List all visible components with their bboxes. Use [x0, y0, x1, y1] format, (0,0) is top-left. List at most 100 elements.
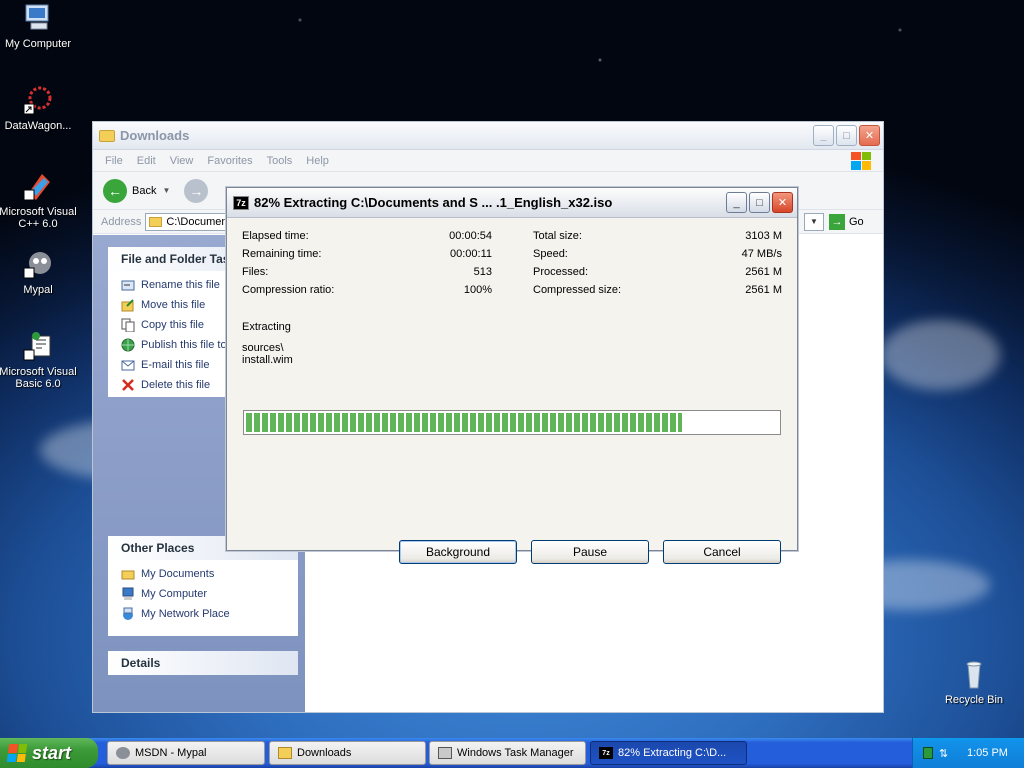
extract-progress-bar [243, 410, 781, 435]
dialog-close-button[interactable]: ✕ [772, 192, 793, 213]
details-title[interactable]: Details [108, 651, 298, 675]
current-path: sources\ [242, 342, 284, 354]
dialog-maximize-button[interactable]: □ [749, 192, 770, 213]
task-manager-icon [438, 747, 452, 759]
address-label: Address [101, 215, 142, 228]
place-label: My Computer [141, 588, 208, 600]
place-label: My Network Place [141, 608, 230, 620]
desktop-icon-mypal[interactable]: Mypal [0, 248, 80, 296]
system-tray: ⇅ 1:05 PM [912, 738, 1024, 768]
desktop-icon-label: Mypal [23, 284, 53, 296]
back-arrow-icon[interactable]: ← [103, 178, 127, 203]
files-value: 513 [473, 266, 492, 278]
taskbar-item-task-manager[interactable]: Windows Task Manager [429, 741, 586, 765]
folder-icon [149, 216, 163, 227]
total-size-label: Total size: [533, 230, 582, 242]
desktop-icon-my-computer[interactable]: My Computer [0, 2, 80, 50]
desktop-icon-label: My Computer [4, 38, 72, 50]
7zip-logo-icon: 7z [233, 195, 249, 210]
taskbar-item-mypal[interactable]: MSDN - Mypal [107, 741, 265, 765]
task-label: E-mail this file [141, 359, 210, 371]
go-arrow-icon: → [829, 213, 845, 230]
start-label: start [32, 742, 72, 763]
forward-arrow-icon[interactable]: → [184, 178, 209, 203]
files-label: Files: [242, 266, 269, 278]
place-my-network-places[interactable]: My Network Place [108, 604, 298, 624]
desktop-icon-label: Microsoft Visual Basic 6.0 [0, 366, 77, 390]
back-dropdown-icon[interactable]: ▼ [162, 186, 170, 195]
address-value: C:\Documen [166, 215, 228, 228]
desktop-icon-label: Microsoft Visual C++ 6.0 [0, 206, 77, 230]
task-label: Copy this file [141, 319, 204, 331]
start-button[interactable]: start [0, 738, 98, 768]
clock[interactable]: 1:05 PM [967, 747, 1008, 759]
processed-label: Processed: [533, 266, 589, 278]
explorer-title-bar[interactable]: Downloads _ □ ✕ [93, 122, 883, 150]
desktop-icon-label: Recycle Bin [944, 694, 1004, 706]
desktop-icon-recycle-bin[interactable]: Recycle Bin [932, 658, 1016, 706]
taskbar-item-label: 82% Extracting C:\D... [618, 747, 727, 759]
desktop-icon-datawagon[interactable]: DataWagon... [0, 84, 80, 132]
folder-icon [99, 129, 115, 142]
desktop-icon-visual-basic[interactable]: Microsoft Visual Basic 6.0 [0, 330, 80, 390]
menu-file[interactable]: File [105, 155, 123, 167]
menu-tools[interactable]: Tools [267, 155, 293, 167]
explorer-close-button[interactable]: ✕ [859, 125, 880, 146]
dialog-minimize-button[interactable]: _ [726, 192, 747, 213]
dialog-body: Elapsed time: 00:00:54 Remaining time: 0… [227, 218, 797, 564]
taskbar-item-label: MSDN - Mypal [135, 747, 207, 759]
explorer-menu-bar: File Edit View Favorites Tools Help [93, 150, 883, 172]
current-file: install.wim [242, 354, 293, 366]
elapsed-time-label: Elapsed time: [242, 230, 309, 242]
taskbar-item-label: Windows Task Manager [457, 747, 574, 759]
go-button[interactable]: → Go [829, 213, 864, 230]
place-my-documents[interactable]: My Documents [108, 564, 298, 584]
cancel-button[interactable]: Cancel [663, 540, 781, 564]
compressed-size-value: 2561 M [745, 284, 782, 296]
visual-basic-icon [22, 330, 54, 362]
windows-flag-icon [6, 744, 28, 762]
task-label: Rename this file [141, 279, 220, 291]
taskbar-item-extracting[interactable]: 7z 82% Extracting C:\D... [590, 741, 747, 765]
desktop-icon-visual-cpp[interactable]: Microsoft Visual C++ 6.0 [0, 170, 80, 230]
mypal-icon [116, 747, 130, 759]
tray-network-icon[interactable]: ⇅ [939, 747, 953, 760]
extract-progress-dialog[interactable]: 7z 82% Extracting C:\Documents and S ...… [226, 187, 798, 564]
desktop-cloud [880, 320, 1000, 390]
network-icon [123, 607, 133, 620]
mypal-icon [22, 248, 54, 280]
tray-performance-icon[interactable] [923, 747, 933, 759]
desktop-icon-label: DataWagon... [4, 120, 72, 132]
details-panel: Details [108, 651, 298, 675]
menu-view[interactable]: View [170, 155, 194, 167]
compression-ratio-value: 100% [463, 284, 492, 296]
email-icon [121, 360, 135, 371]
rename-icon [121, 280, 135, 291]
place-label: My Documents [141, 568, 215, 580]
pause-button[interactable]: Pause [531, 540, 649, 564]
speed-value: 47 MB/s [741, 248, 782, 260]
task-label: Delete this file [141, 379, 211, 391]
explorer-minimize-button[interactable]: _ [813, 125, 834, 146]
taskbar-item-downloads[interactable]: Downloads [269, 741, 426, 765]
menu-favorites[interactable]: Favorites [207, 155, 252, 167]
menu-edit[interactable]: Edit [137, 155, 156, 167]
windows-logo-icon [851, 151, 871, 170]
place-my-computer[interactable]: My Computer [108, 584, 298, 604]
move-icon [121, 299, 134, 312]
task-label: Move this file [141, 299, 206, 311]
computer-icon [122, 587, 134, 600]
compressed-size-label: Compressed size: [533, 284, 622, 296]
7zip-logo-icon: 7z [599, 747, 613, 759]
explorer-maximize-button[interactable]: □ [836, 125, 857, 146]
background-button[interactable]: Background [399, 540, 517, 564]
address-dropdown-icon[interactable]: ▼ [804, 212, 824, 231]
total-size-value: 3103 M [745, 230, 782, 242]
menu-help[interactable]: Help [306, 155, 329, 167]
dialog-title-bar[interactable]: 7z 82% Extracting C:\Documents and S ...… [227, 188, 797, 218]
visual-cpp-icon [22, 170, 54, 202]
back-button-label[interactable]: Back [132, 185, 156, 197]
operation-status: Extracting [242, 321, 291, 333]
taskbar-item-label: Downloads [297, 747, 352, 759]
copy-icon [121, 318, 135, 332]
